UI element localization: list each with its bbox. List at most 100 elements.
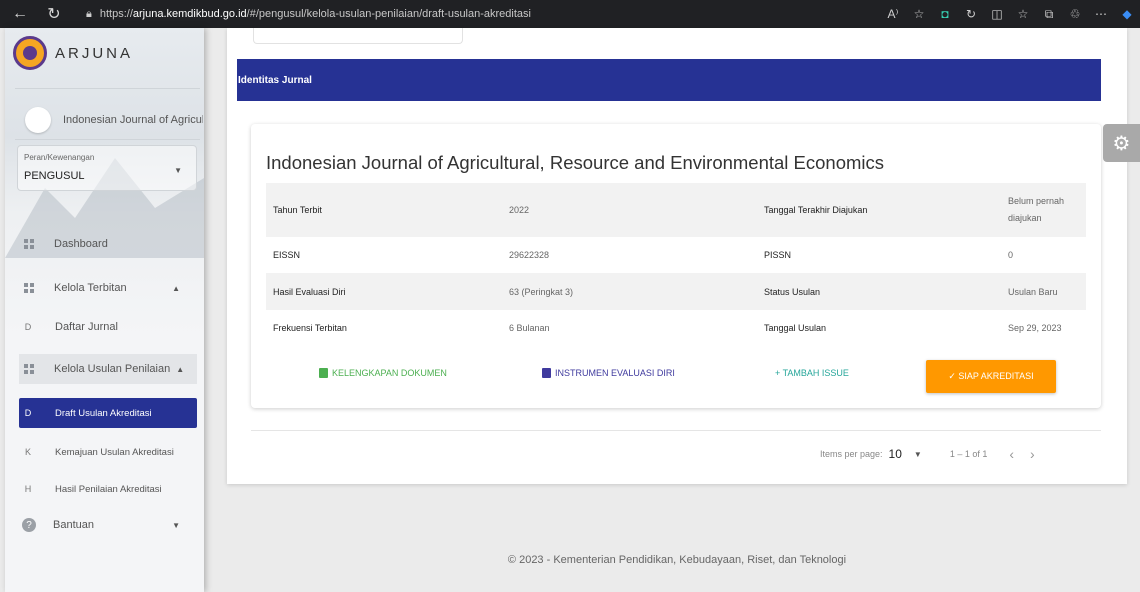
favorites-icon[interactable]: ☆ [1014, 7, 1032, 21]
sidebar-item-dashboard[interactable]: Dashboard [5, 229, 204, 259]
field-value: 6 Bulanan [509, 323, 550, 333]
document-icon [319, 368, 328, 378]
sync-icon[interactable]: ♲ [1066, 7, 1084, 21]
url-host: arjuna.kemdikbud.go.id [132, 8, 247, 20]
chevron-down-icon[interactable]: ▼ [914, 450, 922, 459]
read-aloud-icon[interactable]: A⁾ [884, 7, 902, 21]
sidebar-item-draft-usulan-akreditasi[interactable]: D Draft Usulan Akreditasi [19, 398, 197, 428]
browser-toolbar: ← ↻ 🔒︎ https://arjuna.kemdikbud.go.id/#/… [0, 0, 1140, 28]
chevron-up-icon: ▲ [172, 283, 180, 293]
page-range: 1 – 1 of 1 [949, 449, 988, 459]
field-label: Tahun Terbit [273, 205, 322, 215]
previous-page-icon[interactable]: ‹ [1009, 446, 1014, 462]
copilot-icon[interactable]: ◆ [1118, 7, 1136, 21]
field-value: 29622328 [509, 250, 550, 260]
search-field-stub[interactable] [253, 28, 463, 44]
items-per-page-label: Items per page: [820, 449, 883, 459]
field-label: Tanggal Usulan [764, 323, 827, 333]
sidebar-item-label: Kelola Terbitan [54, 282, 127, 294]
button-label: KELENGKAPAN DOKUMEN [332, 368, 447, 378]
menu-letter: D [24, 408, 32, 418]
tambah-issue-button[interactable]: + TAMBAH ISSUE [775, 368, 849, 378]
button-label: + TAMBAH ISSUE [775, 368, 849, 378]
split-screen-icon[interactable]: ◫ [988, 7, 1006, 21]
field-value: 63 (Peringkat 3) [509, 286, 574, 297]
sidebar-item-kelola-usulan-penilaian[interactable]: Kelola Usulan Penilaian ▲ [19, 354, 197, 384]
section-header: Identitas Jurnal [237, 59, 1101, 101]
divider [251, 430, 1101, 431]
address-bar[interactable]: 🔒︎ https://arjuna.kemdikbud.go.id/#/peng… [86, 4, 866, 24]
sidebar-item-label: Hasil Penilaian Akreditasi [55, 483, 162, 495]
extension-icon[interactable]: ◘ [936, 7, 954, 21]
role-select-label: Peran/Kewenangan [24, 153, 95, 162]
siap-akreditasi-button[interactable]: ✓ SIAP AKREDITASI [926, 360, 1056, 393]
instrumen-evaluasi-diri-button[interactable]: INSTRUMEN EVALUASI DIRI [542, 368, 675, 378]
sidebar-item-daftar-jurnal[interactable]: D Daftar Jurnal [5, 312, 204, 342]
sidebar-item-kelola-terbitan[interactable]: Kelola Terbitan ▲ [5, 273, 204, 303]
field-value-line: diajukan [1008, 213, 1042, 223]
brand[interactable]: ARJUNA [13, 36, 133, 70]
help-icon: ? [22, 518, 36, 532]
field-label: EISSN [273, 250, 301, 260]
field-value: 0 [1008, 250, 1014, 260]
sidebar-item-label: Daftar Jurnal [55, 321, 118, 333]
field-value: 2022 [509, 205, 530, 215]
sidebar-item-label: Bantuan [53, 519, 94, 531]
refresh-extension-icon[interactable]: ↻ [962, 7, 980, 21]
collections-icon[interactable]: ⧉ [1040, 7, 1058, 22]
journal-selector[interactable]: Indonesian Journal of Agricultu [25, 106, 203, 134]
field-value: Usulan Baru [1008, 286, 1058, 297]
sidebar-item-kemajuan-usulan-akreditasi[interactable]: K Kemajuan Usulan Akreditasi [5, 437, 204, 467]
chevron-down-icon: ▼ [172, 520, 180, 530]
url-prefix: https:// [99, 8, 133, 20]
back-icon[interactable]: ← [8, 0, 32, 28]
refresh-icon[interactable]: ↻ [42, 0, 66, 28]
section-title: Identitas Jurnal [238, 74, 312, 86]
grid-icon [24, 239, 34, 249]
kelengkapan-dokumen-button[interactable]: KELENGKAPAN DOKUMEN [319, 368, 447, 378]
role-select[interactable]: Peran/Kewenangan PENGUSUL ▼ [17, 145, 197, 191]
sidebar-item-hasil-penilaian-akreditasi[interactable]: H Hasil Penilaian Akreditasi [5, 474, 204, 504]
grid-icon [24, 283, 34, 293]
table-row: EISSN 29622328 PISSN 0 [266, 237, 1086, 273]
chevron-up-icon: ▲ [176, 364, 185, 374]
avatar [25, 107, 51, 133]
sidebar-item-label: Dashboard [54, 238, 108, 250]
table-row: Frekuensi Terbitan 6 Bulanan Tanggal Usu… [266, 310, 1086, 346]
field-label: Hasil Evaluasi Diri [273, 286, 346, 297]
journal-selector-label: Indonesian Journal of Agricultu [63, 114, 203, 126]
journal-title: Indonesian Journal of Agricultural, Reso… [266, 152, 885, 173]
divider [15, 139, 200, 140]
more-icon[interactable]: ⋯ [1092, 7, 1110, 21]
divider [15, 88, 200, 89]
grid-icon [24, 364, 34, 374]
gear-icon[interactable]: ⚙ [1103, 124, 1140, 162]
field-value-line: Belum pernah [1008, 196, 1065, 206]
url-path: /#/pengusul/kelola-usulan-penilaian/draf… [246, 8, 531, 20]
sidebar-item-label: Draft Usulan Akreditasi [55, 407, 152, 419]
lock-icon: 🔒︎ [86, 7, 92, 20]
table-row: Tahun Terbit 2022 Tanggal Terakhir Diaju… [266, 183, 1086, 237]
checkbox-icon [542, 368, 551, 378]
sidebar-item-bantuan[interactable]: ? Bantuan ▼ [5, 510, 204, 540]
button-label: ✓ SIAP AKREDITASI [948, 371, 1034, 381]
next-page-icon[interactable]: › [1030, 446, 1035, 462]
role-select-value: PENGUSUL [24, 170, 85, 182]
field-value: Belum pernah diajukan [1008, 193, 1064, 227]
chevron-down-icon: ▼ [174, 166, 182, 175]
favorite-star-icon[interactable]: ☆ [910, 7, 928, 21]
page-size-select[interactable]: 10 [889, 447, 902, 461]
field-label: Frekuensi Terbitan [273, 323, 347, 333]
footer: © 2023 - Kementerian Pendidikan, Kebuday… [507, 554, 847, 566]
field-value: Sep 29, 2023 [1008, 323, 1062, 333]
sidebar-item-label: Kemajuan Usulan Akreditasi [55, 446, 174, 458]
table-row: Hasil Evaluasi Diri 63 (Peringkat 3) Sta… [266, 273, 1086, 310]
field-label: PISSN [764, 250, 792, 260]
field-label: Tanggal Terakhir Diajukan [764, 205, 868, 215]
sidebar: ARJUNA Indonesian Journal of Agricultu P… [5, 28, 204, 592]
menu-letter: D [24, 322, 32, 332]
brand-name: ARJUNA [55, 44, 134, 62]
menu-letter: H [24, 484, 32, 494]
field-label: Status Usulan [764, 286, 821, 297]
sidebar-item-label: Kelola Usulan Penilaian [54, 363, 171, 375]
